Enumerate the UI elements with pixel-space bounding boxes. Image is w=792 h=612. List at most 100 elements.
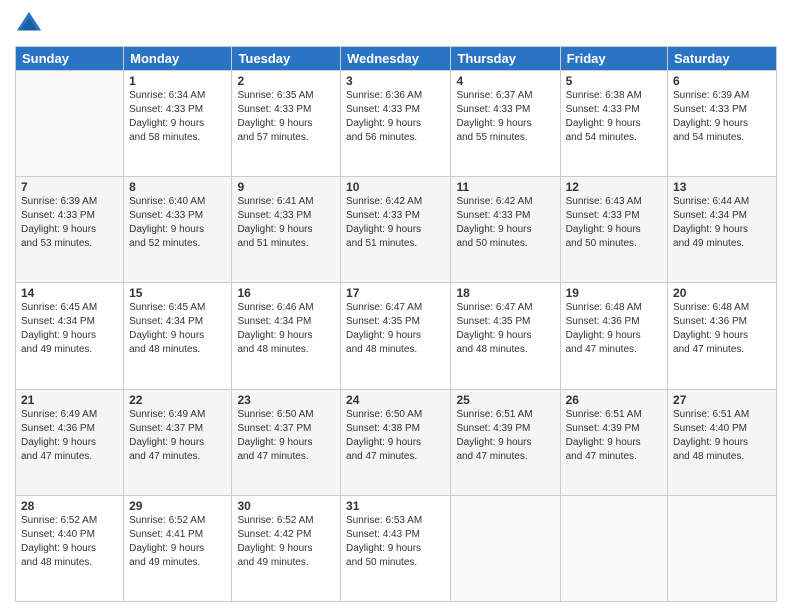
calendar-cell: 9Sunrise: 6:41 AMSunset: 4:33 PMDaylight… <box>232 177 341 283</box>
page: SundayMondayTuesdayWednesdayThursdayFrid… <box>0 0 792 612</box>
day-info-line: Sunset: 4:33 PM <box>346 103 445 117</box>
day-number: 9 <box>237 180 335 194</box>
calendar-cell: 18Sunrise: 6:47 AMSunset: 4:35 PMDayligh… <box>451 283 560 389</box>
calendar-cell <box>451 495 560 601</box>
day-info-line: Sunrise: 6:34 AM <box>129 89 226 103</box>
day-info-line: Sunset: 4:41 PM <box>129 528 226 542</box>
calendar-week-row: 1Sunrise: 6:34 AMSunset: 4:33 PMDaylight… <box>16 71 777 177</box>
day-info-line: Sunset: 4:33 PM <box>21 209 118 223</box>
day-info: Sunrise: 6:52 AMSunset: 4:41 PMDaylight:… <box>129 514 226 570</box>
day-info-line: Daylight: 9 hours <box>21 436 118 450</box>
day-info-line: Sunrise: 6:51 AM <box>673 408 771 422</box>
day-info-line: and 54 minutes. <box>566 131 662 145</box>
day-info-line: Daylight: 9 hours <box>129 542 226 556</box>
calendar-cell: 2Sunrise: 6:35 AMSunset: 4:33 PMDaylight… <box>232 71 341 177</box>
day-info-line: Sunrise: 6:35 AM <box>237 89 335 103</box>
day-info-line: Daylight: 9 hours <box>673 223 771 237</box>
day-number: 1 <box>129 74 226 88</box>
day-info-line: Daylight: 9 hours <box>456 436 554 450</box>
calendar-cell: 19Sunrise: 6:48 AMSunset: 4:36 PMDayligh… <box>560 283 667 389</box>
day-info: Sunrise: 6:48 AMSunset: 4:36 PMDaylight:… <box>673 301 771 357</box>
day-info-line: Daylight: 9 hours <box>129 436 226 450</box>
calendar-cell: 14Sunrise: 6:45 AMSunset: 4:34 PMDayligh… <box>16 283 124 389</box>
day-info-line: Sunset: 4:35 PM <box>456 315 554 329</box>
day-info: Sunrise: 6:51 AMSunset: 4:39 PMDaylight:… <box>456 408 554 464</box>
day-number: 11 <box>456 180 554 194</box>
day-info-line: and 56 minutes. <box>346 131 445 145</box>
day-info: Sunrise: 6:50 AMSunset: 4:37 PMDaylight:… <box>237 408 335 464</box>
calendar-cell: 29Sunrise: 6:52 AMSunset: 4:41 PMDayligh… <box>124 495 232 601</box>
calendar-cell <box>16 71 124 177</box>
day-info-line: and 50 minutes. <box>456 237 554 251</box>
day-number: 16 <box>237 286 335 300</box>
day-info: Sunrise: 6:47 AMSunset: 4:35 PMDaylight:… <box>346 301 445 357</box>
day-number: 14 <box>21 286 118 300</box>
day-number: 31 <box>346 499 445 513</box>
day-info-line: and 51 minutes. <box>237 237 335 251</box>
calendar: SundayMondayTuesdayWednesdayThursdayFrid… <box>15 46 777 602</box>
day-info-line: Sunset: 4:33 PM <box>456 209 554 223</box>
day-info: Sunrise: 6:49 AMSunset: 4:37 PMDaylight:… <box>129 408 226 464</box>
day-info-line: Sunset: 4:33 PM <box>129 103 226 117</box>
day-info-line: and 48 minutes. <box>673 450 771 464</box>
logo <box>15 10 45 38</box>
day-info: Sunrise: 6:45 AMSunset: 4:34 PMDaylight:… <box>21 301 118 357</box>
calendar-cell: 20Sunrise: 6:48 AMSunset: 4:36 PMDayligh… <box>668 283 777 389</box>
calendar-week-row: 21Sunrise: 6:49 AMSunset: 4:36 PMDayligh… <box>16 389 777 495</box>
day-info: Sunrise: 6:52 AMSunset: 4:40 PMDaylight:… <box>21 514 118 570</box>
calendar-cell: 23Sunrise: 6:50 AMSunset: 4:37 PMDayligh… <box>232 389 341 495</box>
day-info: Sunrise: 6:35 AMSunset: 4:33 PMDaylight:… <box>237 89 335 145</box>
day-info: Sunrise: 6:52 AMSunset: 4:42 PMDaylight:… <box>237 514 335 570</box>
day-info-line: and 53 minutes. <box>21 237 118 251</box>
day-info-line: and 49 minutes. <box>21 343 118 357</box>
day-info-line: Daylight: 9 hours <box>566 329 662 343</box>
day-info-line: and 49 minutes. <box>129 556 226 570</box>
day-info-line: and 57 minutes. <box>237 131 335 145</box>
calendar-cell: 22Sunrise: 6:49 AMSunset: 4:37 PMDayligh… <box>124 389 232 495</box>
day-info-line: Sunrise: 6:50 AM <box>346 408 445 422</box>
day-info-line: and 54 minutes. <box>673 131 771 145</box>
day-info-line: Sunset: 4:33 PM <box>456 103 554 117</box>
day-number: 18 <box>456 286 554 300</box>
day-info-line: and 47 minutes. <box>456 450 554 464</box>
day-info-line: Sunrise: 6:39 AM <box>21 195 118 209</box>
day-header-sunday: Sunday <box>16 47 124 71</box>
calendar-cell <box>668 495 777 601</box>
day-info-line: Sunset: 4:37 PM <box>129 422 226 436</box>
calendar-cell: 3Sunrise: 6:36 AMSunset: 4:33 PMDaylight… <box>341 71 451 177</box>
day-number: 10 <box>346 180 445 194</box>
calendar-cell: 24Sunrise: 6:50 AMSunset: 4:38 PMDayligh… <box>341 389 451 495</box>
day-info-line: Daylight: 9 hours <box>566 436 662 450</box>
day-info-line: Sunset: 4:36 PM <box>566 315 662 329</box>
day-info: Sunrise: 6:40 AMSunset: 4:33 PMDaylight:… <box>129 195 226 251</box>
calendar-cell: 30Sunrise: 6:52 AMSunset: 4:42 PMDayligh… <box>232 495 341 601</box>
calendar-cell: 10Sunrise: 6:42 AMSunset: 4:33 PMDayligh… <box>341 177 451 283</box>
day-info: Sunrise: 6:39 AMSunset: 4:33 PMDaylight:… <box>673 89 771 145</box>
day-info-line: Sunset: 4:33 PM <box>237 103 335 117</box>
day-number: 30 <box>237 499 335 513</box>
calendar-cell: 15Sunrise: 6:45 AMSunset: 4:34 PMDayligh… <box>124 283 232 389</box>
day-header-wednesday: Wednesday <box>341 47 451 71</box>
day-info-line: Daylight: 9 hours <box>456 329 554 343</box>
day-info: Sunrise: 6:44 AMSunset: 4:34 PMDaylight:… <box>673 195 771 251</box>
day-info-line: Sunrise: 6:51 AM <box>456 408 554 422</box>
day-info-line: Sunrise: 6:49 AM <box>129 408 226 422</box>
day-info: Sunrise: 6:46 AMSunset: 4:34 PMDaylight:… <box>237 301 335 357</box>
day-number: 27 <box>673 393 771 407</box>
day-info-line: Daylight: 9 hours <box>346 542 445 556</box>
day-info-line: and 47 minutes. <box>566 450 662 464</box>
day-info-line: Sunset: 4:40 PM <box>21 528 118 542</box>
day-info-line: Sunset: 4:42 PM <box>237 528 335 542</box>
day-number: 17 <box>346 286 445 300</box>
day-info-line: Sunrise: 6:36 AM <box>346 89 445 103</box>
day-info-line: Daylight: 9 hours <box>237 223 335 237</box>
day-number: 3 <box>346 74 445 88</box>
day-number: 8 <box>129 180 226 194</box>
calendar-cell: 5Sunrise: 6:38 AMSunset: 4:33 PMDaylight… <box>560 71 667 177</box>
day-info-line: Daylight: 9 hours <box>21 329 118 343</box>
day-number: 6 <box>673 74 771 88</box>
day-info-line: Daylight: 9 hours <box>237 329 335 343</box>
day-info: Sunrise: 6:48 AMSunset: 4:36 PMDaylight:… <box>566 301 662 357</box>
day-info-line: Sunrise: 6:39 AM <box>673 89 771 103</box>
day-info: Sunrise: 6:42 AMSunset: 4:33 PMDaylight:… <box>346 195 445 251</box>
